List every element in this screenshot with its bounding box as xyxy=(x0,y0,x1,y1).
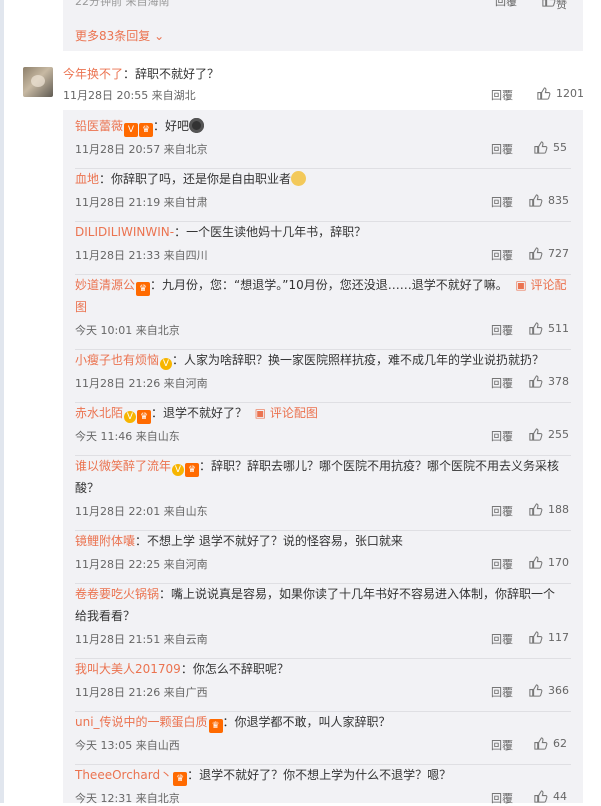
comment-author[interactable]: 今年换不了 xyxy=(63,67,123,81)
reply-button[interactable]: 回覆 xyxy=(491,87,513,103)
like-button[interactable]: 366 xyxy=(528,683,569,698)
thumb-up-icon xyxy=(541,0,556,8)
like-button[interactable]: 188 xyxy=(528,502,569,517)
reply-button[interactable]: 回覆 xyxy=(491,428,513,444)
like-button[interactable]: 727 xyxy=(528,246,569,261)
reply-author[interactable]: uni_传说中的一颗蛋白质 xyxy=(75,715,208,729)
reply-button[interactable]: 回覆 xyxy=(491,375,513,391)
thumb-up-icon xyxy=(528,427,543,442)
reply-meta: 11月28日 21:33 来自四川 xyxy=(75,249,208,262)
reply-meta: 11月28日 22:25 来自河南 xyxy=(75,558,208,571)
reply-author[interactable]: 血地 xyxy=(75,172,99,186)
reply-author[interactable]: 赤水北陌 xyxy=(75,406,123,420)
vip-badge: V xyxy=(160,358,173,370)
previous-replies-box: 22分钟前 来自海南 回覆 赞 更多83条回复 ⌄ xyxy=(63,0,583,51)
thumb-up-icon xyxy=(528,374,543,389)
vip-badge: V xyxy=(124,411,137,423)
reply-author[interactable]: DILIDILIWINWIN- xyxy=(75,225,174,239)
reply-text: ：退学不就好了？ xyxy=(151,406,248,420)
reply-meta: 今天 11:46 来自山东 xyxy=(75,430,180,443)
thumb-up-icon xyxy=(528,555,543,570)
reply-meta: 今天 13:05 来自山西 xyxy=(75,739,180,752)
fan-badge: ♛ xyxy=(208,719,223,733)
reply-meta: 11月28日 20:57 来自北京 xyxy=(75,143,208,156)
like-button[interactable]: 44 xyxy=(533,789,567,804)
reply-text: ：人家为啥辞职？换一家医院照样抗疫，难不成几年的学业说扔就扔？ xyxy=(172,353,545,367)
reply-list: 铅医蕾薇 V ♛ ：好吧 11月28日 20:57 来自北京 回覆 55 血地：你辞职… xyxy=(63,110,583,806)
prev-reply-button[interactable]: 回覆 xyxy=(495,0,517,9)
reply-button[interactable]: 回覆 xyxy=(491,503,513,519)
thumb-up-icon xyxy=(533,140,548,155)
like-button[interactable]: 62 xyxy=(533,736,567,751)
like-button[interactable]: 511 xyxy=(528,321,569,336)
fan-badge: ♛ xyxy=(136,282,151,296)
reply-author[interactable]: 铅医蕾薇 xyxy=(75,119,123,133)
thumb-up-icon xyxy=(533,736,548,751)
reply-author[interactable]: TheeeOrchard丶 xyxy=(75,768,172,782)
thumb-up-icon xyxy=(528,246,543,261)
main-comment: 今年换不了：辞职不就好了？ xyxy=(63,65,219,82)
reply-text: ：一个医生读他妈十几年书，辞职？ xyxy=(174,225,367,239)
more-replies-link[interactable]: 更多83条回复 ⌄ xyxy=(75,27,164,44)
thumb-up-icon xyxy=(528,502,543,517)
reply-text: ：好吧 xyxy=(153,119,190,133)
fan-badge: ♛ xyxy=(185,463,200,477)
reply-author[interactable]: 卷卷要吃火锅锅 xyxy=(75,587,159,601)
prev-like-button[interactable]: 赞 xyxy=(541,0,567,12)
emoji-icon xyxy=(189,118,205,133)
like-button[interactable]: 255 xyxy=(528,427,569,442)
reply-meta: 11月28日 21:51 来自云南 xyxy=(75,633,208,646)
thumb-up-icon xyxy=(528,321,543,336)
like-button[interactable]: 55 xyxy=(533,140,567,155)
like-button[interactable]: 117 xyxy=(528,630,569,645)
reply-meta: 今天 10:01 来自北京 xyxy=(75,324,180,337)
reply-button[interactable]: 回覆 xyxy=(491,556,513,572)
reply-text: ：你辞职了吗，还是你是自由职业者 xyxy=(99,172,292,186)
reply-author[interactable]: 我叫大美人201709 xyxy=(75,662,181,676)
vip-badge: V xyxy=(172,464,185,476)
reply-text: ：你退学都不敢，叫人家辞职？ xyxy=(222,715,391,729)
comment-image-link[interactable]: ▣ 评论配图 xyxy=(255,406,318,420)
reply-button[interactable]: 回覆 xyxy=(491,194,513,210)
reply-button[interactable]: 回覆 xyxy=(491,737,513,753)
reply-button[interactable]: 回覆 xyxy=(491,141,513,157)
reply-author[interactable]: 小瘦子也有烦恼 xyxy=(75,353,159,367)
reply-author[interactable]: 谁以微笑醉了流年 xyxy=(75,459,171,473)
reply-button[interactable]: 回覆 xyxy=(491,631,513,647)
reply-text: ：九月份，您：“想退学。”10月份，您还没退……退学不就好了嘛。 xyxy=(150,278,508,292)
reply-meta: 今天 12:31 来自北京 xyxy=(75,792,180,805)
avatar[interactable] xyxy=(23,67,53,97)
reply-meta: 11月28日 21:19 来自甘肃 xyxy=(75,196,208,209)
reply-text: ：退学不就好了？你不想上学为什么不退学？嗯？ xyxy=(187,768,452,782)
thumb-up-icon xyxy=(536,86,551,101)
like-button[interactable]: 1201 xyxy=(536,86,584,101)
thumb-up-icon xyxy=(528,630,543,645)
reply-button[interactable]: 回覆 xyxy=(491,322,513,338)
reply-meta: 11月28日 21:26 来自广西 xyxy=(75,686,208,699)
like-button[interactable]: 835 xyxy=(528,193,569,208)
thumb-up-icon xyxy=(528,193,543,208)
reply-button[interactable]: 回覆 xyxy=(491,790,513,806)
reply-text: ：你怎么不辞职呢？ xyxy=(180,662,289,676)
comment-meta: 11月28日 20:55 来自湖北 xyxy=(63,89,196,102)
prev-meta: 22分钟前 来自海南 xyxy=(75,0,170,8)
fan-badge: ♛ xyxy=(173,772,188,786)
fan-badge: ♛ xyxy=(137,410,152,424)
emoji-icon xyxy=(291,171,307,186)
reply-meta: 11月28日 22:01 来自山东 xyxy=(75,505,208,518)
thumb-up-icon xyxy=(528,683,543,698)
left-border xyxy=(0,0,4,803)
reply-author[interactable]: 镜鲤附体囔 xyxy=(75,534,135,548)
like-button[interactable]: 378 xyxy=(528,374,569,389)
reply-text: ：不想上学 退学不就好了？说的怪容易，张口就来 xyxy=(135,534,403,548)
fan-badge: ♛ xyxy=(139,123,154,137)
comment-text: ：辞职不就好了？ xyxy=(123,67,220,81)
reply-meta: 11月28日 21:26 来自河南 xyxy=(75,377,208,390)
thumb-up-icon xyxy=(533,789,548,804)
reply-button[interactable]: 回覆 xyxy=(491,684,513,700)
like-button[interactable]: 170 xyxy=(528,555,569,570)
reply-author[interactable]: 妙道清源公 xyxy=(75,278,135,292)
verified-badge: V xyxy=(124,123,139,137)
reply-button[interactable]: 回覆 xyxy=(491,247,513,263)
